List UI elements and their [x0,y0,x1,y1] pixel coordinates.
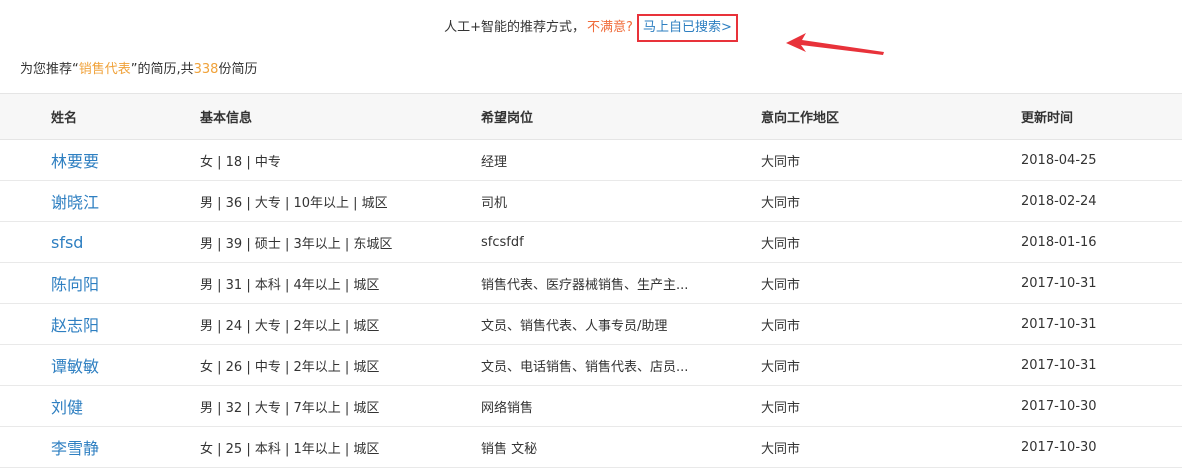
summary-suffix: 份简历 [218,62,258,77]
desired-position: 文员、销售代表、人事专员/助理 [481,318,668,334]
resume-table: 姓名 基本信息 希望岗位 意向工作地区 更新时间 林要要 女 | 18 | 中专… [0,93,1182,468]
update-time: 2017-10-31 [1021,316,1097,332]
candidate-name-link[interactable]: 李雪静 [51,427,99,467]
work-area: 大同市 [761,195,801,211]
summary-keyword: 销售代表 [78,62,131,77]
annotation-arrow-icon [786,33,884,55]
basic-info: 女 | 18 | 中专 [200,154,281,170]
work-area: 大同市 [761,154,801,170]
work-area: 大同市 [761,441,801,457]
work-area: 大同市 [761,277,801,293]
candidate-name-link[interactable]: sfsd [51,222,83,262]
update-time: 2017-10-31 [1021,275,1097,291]
desired-position: 网络销售 [481,400,534,416]
summary-prefix: 为您推荐“ [20,62,79,77]
basic-info: 女 | 25 | 本科 | 1年以上 | 城区 [200,441,380,457]
header-basic-info: 基本信息 [200,111,253,126]
recommendation-text: 人工+智能的推荐方式， [444,20,586,35]
header-desired-position: 希望岗位 [481,111,534,126]
work-area: 大同市 [761,359,801,375]
update-time: 2017-10-30 [1021,398,1097,414]
update-time: 2018-02-24 [1021,193,1097,209]
table-header: 姓名 基本信息 希望岗位 意向工作地区 更新时间 [0,94,1182,140]
table-row[interactable]: 谭敏敏 女 | 26 | 中专 | 2年以上 | 城区 文员、电话销售、销售代表… [0,345,1182,386]
desired-position: 司机 [481,195,508,211]
table-row[interactable]: 林要要 女 | 18 | 中专 经理 大同市 2018-04-25 [0,140,1182,181]
summary-count: 338 [193,62,219,77]
work-area: 大同市 [761,318,801,334]
basic-info: 男 | 31 | 本科 | 4年以上 | 城区 [200,277,380,293]
desired-position: 文员、电话销售、销售代表、店员... [481,359,689,375]
candidate-name-link[interactable]: 刘健 [51,386,83,426]
table-row[interactable]: 刘健 男 | 32 | 大专 | 7年以上 | 城区 网络销售 大同市 2017… [0,386,1182,427]
candidate-name-link[interactable]: 赵志阳 [51,304,99,344]
candidate-name-link[interactable]: 陈向阳 [51,263,99,303]
table-row[interactable]: 陈向阳 男 | 31 | 本科 | 4年以上 | 城区 销售代表、医疗器械销售、… [0,263,1182,304]
desired-position: sfcsfdf [481,234,524,250]
update-time: 2017-10-30 [1021,439,1097,455]
recommendation-bar: 人工+智能的推荐方式， 不满意? 马上自已搜索> [0,14,1182,42]
table-row[interactable]: sfsd 男 | 39 | 硕士 | 3年以上 | 东城区 sfcsfdf 大同… [0,222,1182,263]
basic-info: 男 | 36 | 大专 | 10年以上 | 城区 [200,195,388,211]
work-area: 大同市 [761,236,801,252]
update-time: 2018-04-25 [1021,152,1097,168]
candidate-name-link[interactable]: 林要要 [51,140,99,180]
header-update-time: 更新时间 [1021,111,1074,126]
desired-position: 销售 文秘 [481,441,538,457]
self-search-link[interactable]: 马上自已搜索> [636,14,738,42]
candidate-name-link[interactable]: 谢晓江 [51,181,99,221]
update-time: 2018-01-16 [1021,234,1097,250]
table-row[interactable]: 李雪静 女 | 25 | 本科 | 1年以上 | 城区 销售 文秘 大同市 20… [0,427,1182,468]
candidate-name-link[interactable]: 谭敏敏 [51,345,99,385]
basic-info: 女 | 26 | 中专 | 2年以上 | 城区 [200,359,380,375]
desired-position: 经理 [481,154,508,170]
table-row[interactable]: 谢晓江 男 | 36 | 大专 | 10年以上 | 城区 司机 大同市 2018… [0,181,1182,222]
desired-position: 销售代表、医疗器械销售、生产主... [481,277,689,293]
header-name: 姓名 [51,111,78,126]
table-row[interactable]: 赵志阳 男 | 24 | 大专 | 2年以上 | 城区 文员、销售代表、人事专员… [0,304,1182,345]
header-work-area: 意向工作地区 [761,111,840,126]
basic-info: 男 | 32 | 大专 | 7年以上 | 城区 [200,400,380,416]
work-area: 大同市 [761,400,801,416]
summary-middle: ”的简历,共 [130,62,194,77]
recommendation-summary: 为您推荐“销售代表”的简历,共338份简历 [20,60,257,80]
unsatisfied-text: 不满意? [587,20,633,35]
update-time: 2017-10-31 [1021,357,1097,373]
basic-info: 男 | 24 | 大专 | 2年以上 | 城区 [200,318,380,334]
basic-info: 男 | 39 | 硕士 | 3年以上 | 东城区 [200,236,393,252]
